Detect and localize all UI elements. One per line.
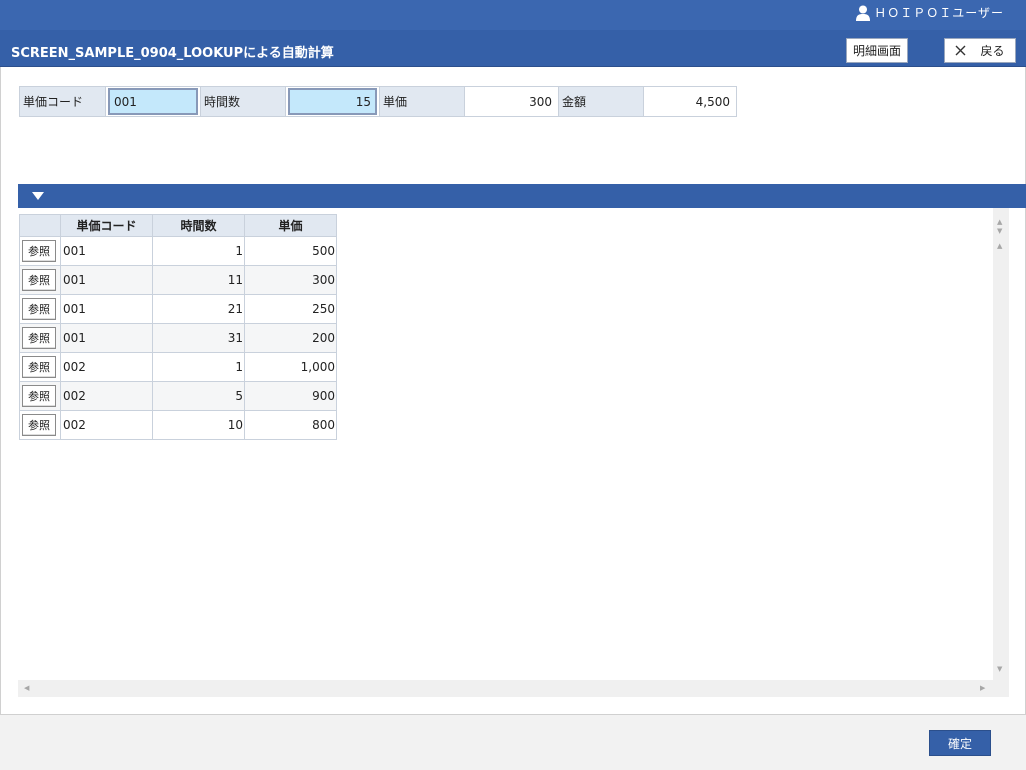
detail-grid-area: 単価コード 時間数 単価 参照 001 1 500 参照 001 11 300 … bbox=[18, 208, 1009, 697]
hours-cell: 15 bbox=[286, 87, 380, 116]
vertical-scrollbar[interactable]: ▲ ▼ ▲ ▼ bbox=[993, 208, 1009, 680]
price-cell: 900 bbox=[244, 381, 337, 411]
hours-input[interactable]: 15 bbox=[288, 88, 377, 115]
left-edge bbox=[0, 67, 1, 714]
unit-code-label: 単価コード bbox=[20, 87, 106, 116]
confirm-button[interactable]: 確定 bbox=[929, 730, 991, 756]
horizontal-scrollbar[interactable]: ◀ ▶ bbox=[18, 680, 1009, 697]
grid-header-row: 単価コード 時間数 単価 bbox=[19, 214, 337, 237]
scroll-down-small-icon[interactable]: ▼ bbox=[997, 227, 1002, 235]
detail-screen-button-label: 明細画面 bbox=[852, 44, 901, 58]
table-row: 参照 002 10 800 bbox=[19, 410, 337, 440]
table-row: 参照 002 5 900 bbox=[19, 381, 337, 411]
user-info: ＨＯＩＰＯＩユーザー bbox=[856, 4, 1004, 21]
unit-code-cell: 001 bbox=[106, 87, 201, 116]
ref-button[interactable]: 参照 bbox=[22, 240, 56, 262]
back-button-label: 戻る bbox=[980, 44, 1005, 58]
grid-col-hours: 時間数 bbox=[152, 214, 245, 237]
price-cell: 250 bbox=[244, 294, 337, 324]
scroll-right-icon[interactable]: ▶ bbox=[980, 684, 985, 692]
price-cell: 200 bbox=[244, 323, 337, 353]
scroll-up-small-icon[interactable]: ▲ bbox=[997, 242, 1002, 250]
hours-cell: 31 bbox=[152, 323, 245, 353]
hours-label: 時間数 bbox=[201, 87, 286, 116]
scroll-left-icon[interactable]: ◀ bbox=[24, 684, 29, 692]
hours-cell: 5 bbox=[152, 381, 245, 411]
ref-cell: 参照 bbox=[19, 294, 61, 324]
user-name: ＨＯＩＰＯＩユーザー bbox=[874, 6, 1004, 20]
confirm-button-label: 確定 bbox=[947, 736, 972, 751]
ref-cell: 参照 bbox=[19, 323, 61, 353]
code-cell: 001 bbox=[60, 323, 153, 353]
header-form: 単価コード 001 時間数 15 単価 300 金額 4,500 bbox=[19, 86, 737, 117]
code-cell: 001 bbox=[60, 294, 153, 324]
ref-button[interactable]: 参照 bbox=[22, 385, 56, 407]
price-cell: 300 bbox=[244, 265, 337, 295]
grid-col-ref bbox=[19, 214, 61, 237]
hours-cell: 1 bbox=[152, 236, 245, 266]
header-bar: ＨＯＩＰＯＩユーザー SCREEN_SAMPLE_0904_LOOKUPによる自… bbox=[0, 0, 1026, 67]
code-cell: 001 bbox=[60, 265, 153, 295]
close-icon bbox=[955, 45, 966, 56]
footer-bar: 確定 bbox=[0, 714, 1026, 770]
table-row: 参照 001 11 300 bbox=[19, 265, 337, 295]
ref-cell: 参照 bbox=[19, 381, 61, 411]
section-bar[interactable] bbox=[18, 184, 1026, 208]
detail-grid: 単価コード 時間数 単価 参照 001 1 500 参照 001 11 300 … bbox=[19, 214, 337, 440]
table-row: 参照 002 1 1,000 bbox=[19, 352, 337, 382]
grid-col-unit-price: 単価 bbox=[244, 214, 337, 237]
code-cell: 001 bbox=[60, 236, 153, 266]
ref-button[interactable]: 参照 bbox=[22, 269, 56, 291]
scroll-down-icon[interactable]: ▼ bbox=[997, 665, 1002, 673]
unit-price-value: 300 bbox=[529, 94, 552, 109]
ref-cell: 参照 bbox=[19, 236, 61, 266]
hours-cell: 10 bbox=[152, 410, 245, 440]
amount-label: 金額 bbox=[559, 87, 644, 116]
hours-cell: 1 bbox=[152, 352, 245, 382]
price-cell: 800 bbox=[244, 410, 337, 440]
hours-cell: 11 bbox=[152, 265, 245, 295]
collapse-triangle-icon[interactable] bbox=[32, 192, 44, 200]
scroll-up-icon[interactable]: ▲ bbox=[997, 218, 1002, 226]
ref-button[interactable]: 参照 bbox=[22, 356, 56, 378]
table-row: 参照 001 31 200 bbox=[19, 323, 337, 353]
ref-cell: 参照 bbox=[19, 410, 61, 440]
unit-price-cell: 300 bbox=[465, 87, 559, 116]
user-icon bbox=[856, 5, 871, 21]
unit-code-input[interactable]: 001 bbox=[108, 88, 198, 115]
ref-button[interactable]: 参照 bbox=[22, 327, 56, 349]
ref-button[interactable]: 参照 bbox=[22, 414, 56, 436]
price-cell: 1,000 bbox=[244, 352, 337, 382]
page-title: SCREEN_SAMPLE_0904_LOOKUPによる自動計算 bbox=[11, 46, 334, 61]
code-cell: 002 bbox=[60, 410, 153, 440]
ref-cell: 参照 bbox=[19, 265, 61, 295]
ref-button[interactable]: 参照 bbox=[22, 298, 56, 320]
table-row: 参照 001 21 250 bbox=[19, 294, 337, 324]
code-cell: 002 bbox=[60, 381, 153, 411]
hours-cell: 21 bbox=[152, 294, 245, 324]
detail-screen-button[interactable]: 明細画面 bbox=[846, 38, 908, 63]
amount-cell: 4,500 bbox=[644, 87, 736, 116]
table-row: 参照 001 1 500 bbox=[19, 236, 337, 266]
price-cell: 500 bbox=[244, 236, 337, 266]
unit-price-label: 単価 bbox=[380, 87, 465, 116]
ref-cell: 参照 bbox=[19, 352, 61, 382]
code-cell: 002 bbox=[60, 352, 153, 382]
amount-value: 4,500 bbox=[695, 94, 730, 109]
grid-col-unit-code: 単価コード bbox=[60, 214, 153, 237]
back-button[interactable]: 戻る bbox=[944, 38, 1016, 63]
